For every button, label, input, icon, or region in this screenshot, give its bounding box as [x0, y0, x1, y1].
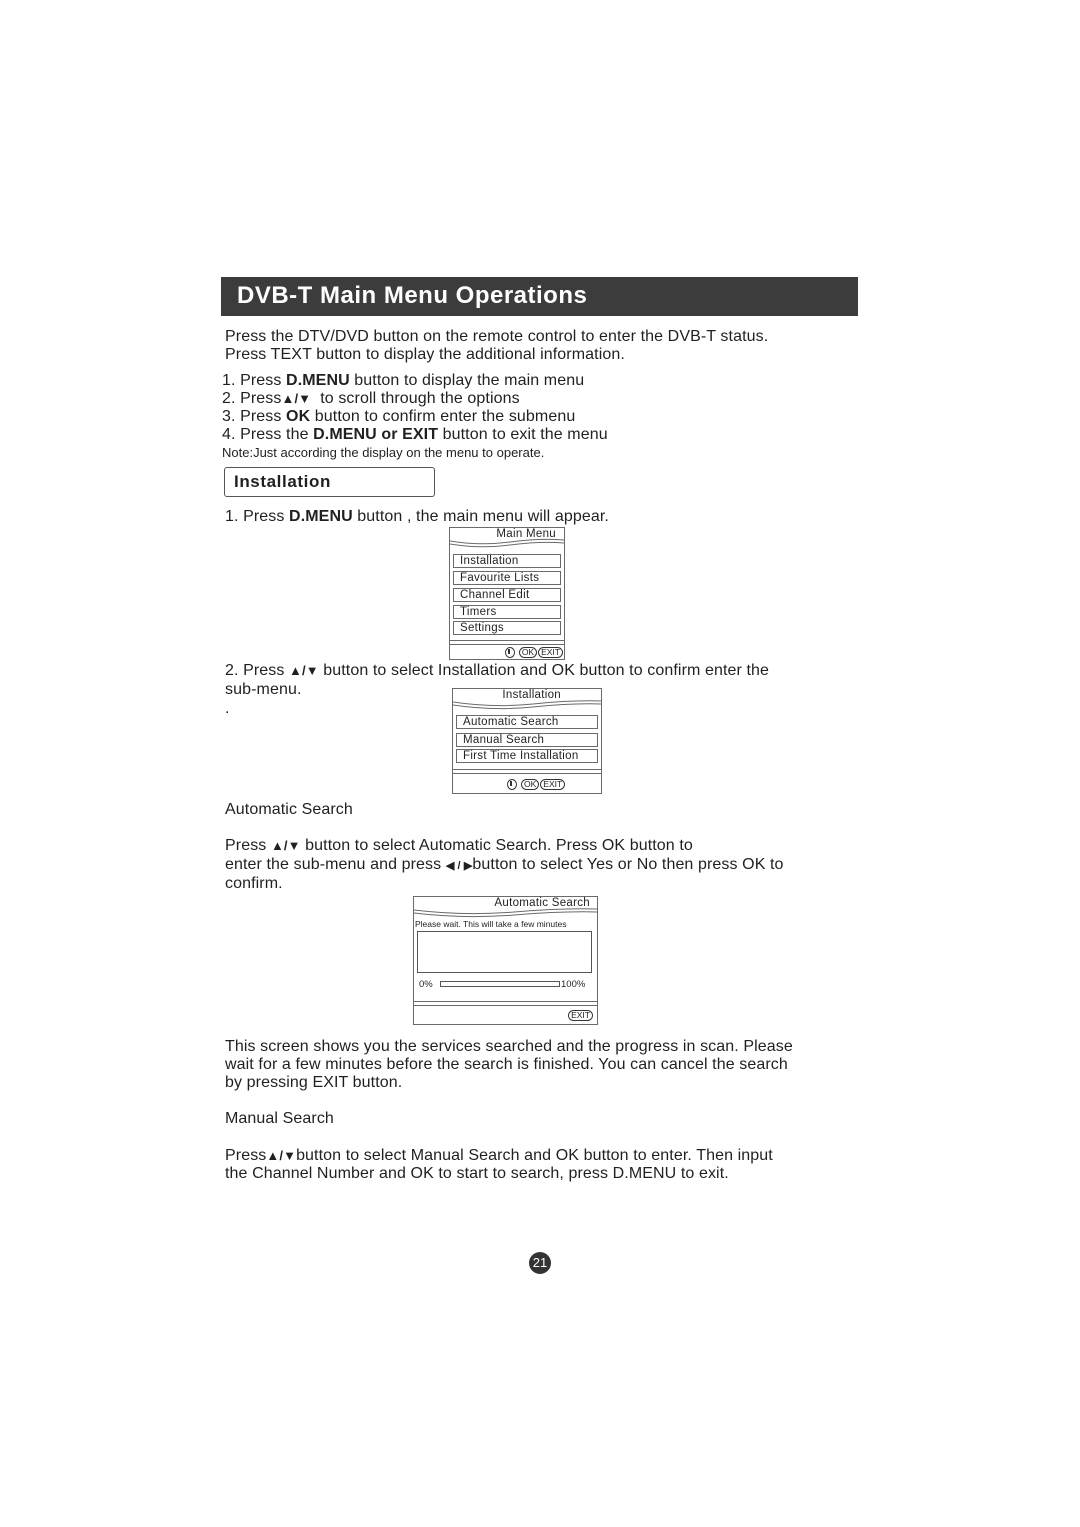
step-4-prefix: 4. Press the: [222, 426, 314, 443]
main-menu-item-timers[interactable]: Timers: [453, 605, 561, 619]
note: Note:Just according the display on the m…: [222, 445, 545, 460]
main-menu-item-favourite-lists[interactable]: Favourite Lists: [453, 571, 561, 585]
installation-step-1-key: D.MENU: [289, 508, 353, 525]
automatic-search-footer: EXIT: [568, 1010, 593, 1021]
step-4-key: D.MENU or EXIT: [313, 426, 439, 443]
step-4: 4. Press the D.MENU or EXIT button to ex…: [222, 426, 608, 445]
manual-search-line-1: Press▲/▼button to select Manual Search a…: [225, 1147, 773, 1166]
main-menu-footer: OK EXIT: [504, 647, 563, 658]
installation-step-1-prefix: 1. Press: [225, 508, 290, 525]
installation-item-automatic-search[interactable]: Automatic Search: [456, 715, 598, 729]
divider: [414, 1001, 597, 1006]
exit-button-hint: EXIT: [538, 647, 563, 658]
left-right-arrows-icon: ◀ / ▶: [445, 860, 473, 872]
divider: [453, 769, 601, 774]
page-title-bar: DVB-T Main Menu Operations: [221, 277, 858, 316]
step-2: 2. Press▲/▼ to scroll through the option…: [222, 390, 520, 409]
step-3: 3. Press OK button to confirm enter the …: [222, 408, 575, 427]
page-number: 21: [529, 1252, 551, 1274]
automatic-search-line-3: confirm.: [225, 875, 283, 892]
header-wave-decoration: [450, 538, 564, 548]
step-1-key: D.MENU: [286, 372, 350, 389]
main-menu-item-settings[interactable]: Settings: [453, 621, 561, 635]
section-heading: Installation: [234, 472, 331, 491]
manual-search-line-2: the Channel Number and OK to start to se…: [225, 1165, 729, 1182]
auto-line-1-prefix: Press: [225, 837, 271, 854]
manual-search-heading: Manual Search: [225, 1110, 334, 1127]
up-down-arrows-icon: ▲/▼: [270, 838, 301, 853]
auto-line-2-prefix: enter the sub-menu and press: [225, 856, 446, 873]
step-3-prefix: 3. Press: [222, 408, 287, 425]
navigate-icon: [507, 779, 517, 790]
up-down-arrows-icon: ▲/▼: [266, 1148, 297, 1163]
progress-min-label: 0%: [419, 979, 433, 990]
up-down-arrows-icon: ▲/▼: [289, 663, 319, 678]
step-1: 1. Press D.MENU button to display the ma…: [222, 372, 584, 391]
ok-button-hint: OK: [518, 647, 538, 658]
manual-line-1-suffix: button to select Manual Search and OK bu…: [296, 1147, 773, 1164]
section-heading-box: Installation: [224, 467, 435, 497]
automatic-search-line-2: enter the sub-menu and press ◀ / ▶button…: [225, 856, 784, 876]
step-2-prefix: 2. Press: [222, 390, 282, 407]
scan-description-line-1: This screen shows you the services searc…: [225, 1038, 793, 1055]
automatic-search-heading: Automatic Search: [225, 801, 353, 818]
progress-max-label: 100%: [561, 979, 586, 990]
main-menu-item-installation[interactable]: Installation: [453, 554, 561, 568]
auto-line-2-suffix: button to select Yes or No then press OK…: [472, 856, 784, 873]
automatic-search-screen: Automatic Search Please wait. This will …: [413, 896, 598, 1025]
exit-button-hint: EXIT: [568, 1010, 593, 1021]
installation-item-manual-search[interactable]: Manual Search: [456, 733, 598, 747]
step-4-suffix: button to exit the menu: [438, 426, 608, 443]
installation-menu-footer: OK EXIT: [507, 779, 566, 790]
automatic-search-line-1: Press ▲/▼ button to select Automatic Sea…: [225, 837, 693, 856]
exit-button-hint: EXIT: [540, 779, 566, 790]
services-found-list: [417, 931, 592, 973]
header-wave-decoration: [414, 908, 597, 918]
installation-step-2-prefix: 2. Press: [225, 662, 290, 679]
installation-step-1: 1. Press D.MENU button , the main menu w…: [225, 508, 609, 527]
installation-step-2-suffix: button to select Installation and OK but…: [318, 662, 770, 679]
main-menu-screen: Main Menu Installation Favourite Lists C…: [449, 527, 565, 660]
step-3-suffix: button to confirm enter the submenu: [310, 408, 576, 425]
header-wave-decoration: [453, 700, 601, 710]
installation-step-2-line-2: sub-menu.: [225, 681, 302, 698]
progress-bar: [440, 981, 560, 987]
manual-line-1-prefix: Press: [225, 1147, 267, 1164]
ok-button-hint: OK: [521, 779, 540, 790]
scan-description-line-2: wait for a few minutes before the search…: [225, 1056, 788, 1073]
scan-description-line-3: by pressing EXIT button.: [225, 1074, 403, 1091]
installation-step-1-suffix: button , the main menu will appear.: [352, 508, 609, 525]
auto-line-1-suffix: button to select Automatic Search. Press…: [300, 837, 693, 854]
step-2-suffix: to scroll through the options: [311, 390, 520, 407]
page-title: DVB-T Main Menu Operations: [237, 282, 588, 309]
up-down-arrows-icon: ▲/▼: [281, 391, 312, 406]
divider: [450, 640, 564, 645]
stray-dot: .: [225, 700, 230, 717]
please-wait-message: Please wait. This will take a few minute…: [415, 919, 567, 929]
step-3-key: OK: [286, 408, 311, 425]
step-1-prefix: 1. Press: [222, 372, 287, 389]
installation-step-2: 2. Press ▲/▼ button to select Installati…: [225, 662, 769, 681]
intro-line-1: Press the DTV/DVD button on the remote c…: [225, 328, 769, 345]
step-1-suffix: button to display the main menu: [349, 372, 585, 389]
installation-item-first-time-installation[interactable]: First Time Installation: [456, 749, 598, 763]
navigate-icon: [504, 647, 515, 658]
installation-menu-screen: Installation Automatic Search Manual Sea…: [452, 688, 602, 794]
main-menu-item-channel-edit[interactable]: Channel Edit: [453, 588, 561, 602]
intro-line-2: Press TEXT button to display the additio…: [225, 346, 625, 363]
